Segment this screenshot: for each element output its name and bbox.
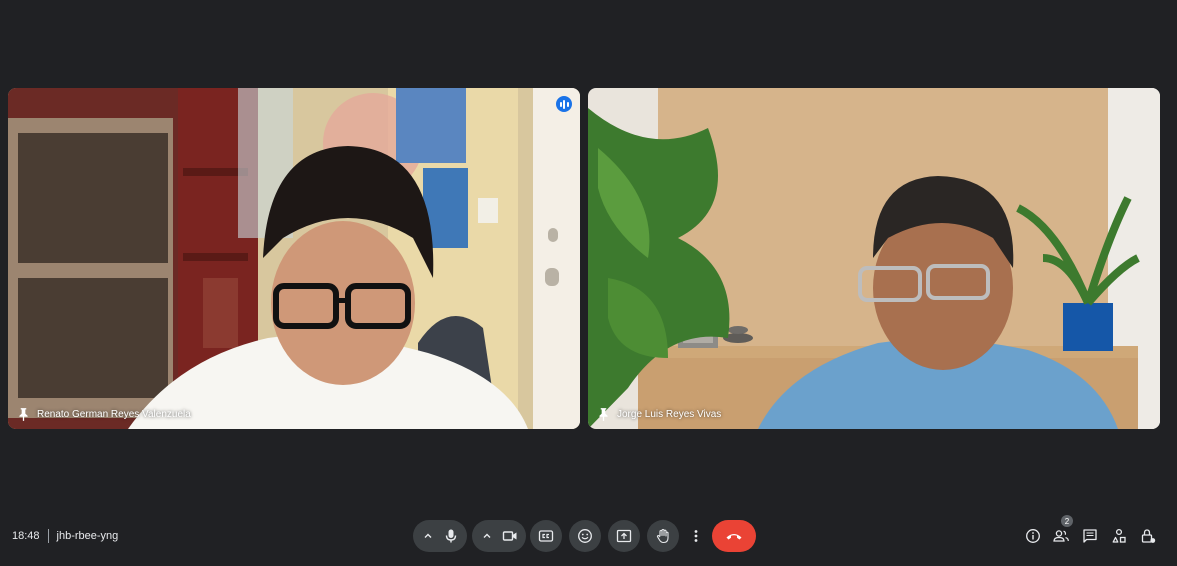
participant-1-name: Renato German Reyes Valenzuela bbox=[37, 409, 191, 420]
host-controls-button[interactable] bbox=[1137, 525, 1159, 547]
emoji-icon bbox=[578, 529, 592, 543]
chevron-up-icon[interactable] bbox=[423, 531, 433, 541]
chat-button[interactable] bbox=[1079, 525, 1101, 547]
meeting-details-button[interactable] bbox=[1022, 525, 1044, 547]
present-icon bbox=[616, 529, 632, 543]
participant-2-label: Jorge Luis Reyes Vivas bbox=[598, 408, 721, 421]
participant-1-label: Renato German Reyes Valenzuela bbox=[18, 408, 191, 421]
raise-hand-icon bbox=[656, 528, 669, 544]
video-tile-participant-1[interactable]: Renato German Reyes Valenzuela bbox=[8, 88, 580, 429]
participant-2-video bbox=[588, 88, 1160, 429]
camera-icon[interactable] bbox=[502, 528, 518, 544]
chat-icon bbox=[1083, 529, 1097, 543]
end-call-icon bbox=[726, 534, 742, 540]
divider bbox=[47, 529, 49, 543]
emoji-reactions-button[interactable] bbox=[569, 520, 601, 552]
activities-button[interactable] bbox=[1108, 525, 1130, 547]
meeting-time: 18:48 bbox=[12, 530, 40, 542]
pin-icon[interactable] bbox=[598, 408, 609, 421]
host-controls-icon bbox=[1141, 529, 1156, 543]
audio-level-icon bbox=[556, 96, 572, 112]
microphone-control bbox=[413, 520, 467, 552]
meeting-details: 18:48 jhb-rbee-yng bbox=[12, 527, 118, 545]
captions-button[interactable] bbox=[530, 520, 562, 552]
mic-icon[interactable] bbox=[443, 528, 459, 544]
captions-icon bbox=[538, 530, 554, 542]
pin-icon[interactable] bbox=[18, 408, 29, 421]
meet-window: Renato German Reyes Valenzuela Jorge Lui… bbox=[0, 0, 1177, 566]
people-count-badge: 2 bbox=[1061, 515, 1073, 527]
people-button[interactable] bbox=[1050, 525, 1072, 547]
info-icon bbox=[1026, 529, 1040, 543]
leave-call-button[interactable] bbox=[712, 520, 756, 552]
more-options-icon bbox=[694, 530, 698, 542]
present-now-button[interactable] bbox=[608, 520, 640, 552]
meeting-code: jhb-rbee-yng bbox=[56, 530, 119, 542]
more-options-button[interactable] bbox=[687, 520, 705, 552]
camera-control bbox=[472, 520, 526, 552]
chevron-up-icon[interactable] bbox=[482, 531, 492, 541]
participant-1-video bbox=[8, 88, 580, 429]
activities-icon bbox=[1112, 528, 1126, 543]
participant-2-name: Jorge Luis Reyes Vivas bbox=[617, 409, 722, 420]
raise-hand-button[interactable] bbox=[647, 520, 679, 552]
people-icon bbox=[1053, 530, 1069, 542]
video-tile-participant-2[interactable]: Jorge Luis Reyes Vivas bbox=[588, 88, 1160, 429]
